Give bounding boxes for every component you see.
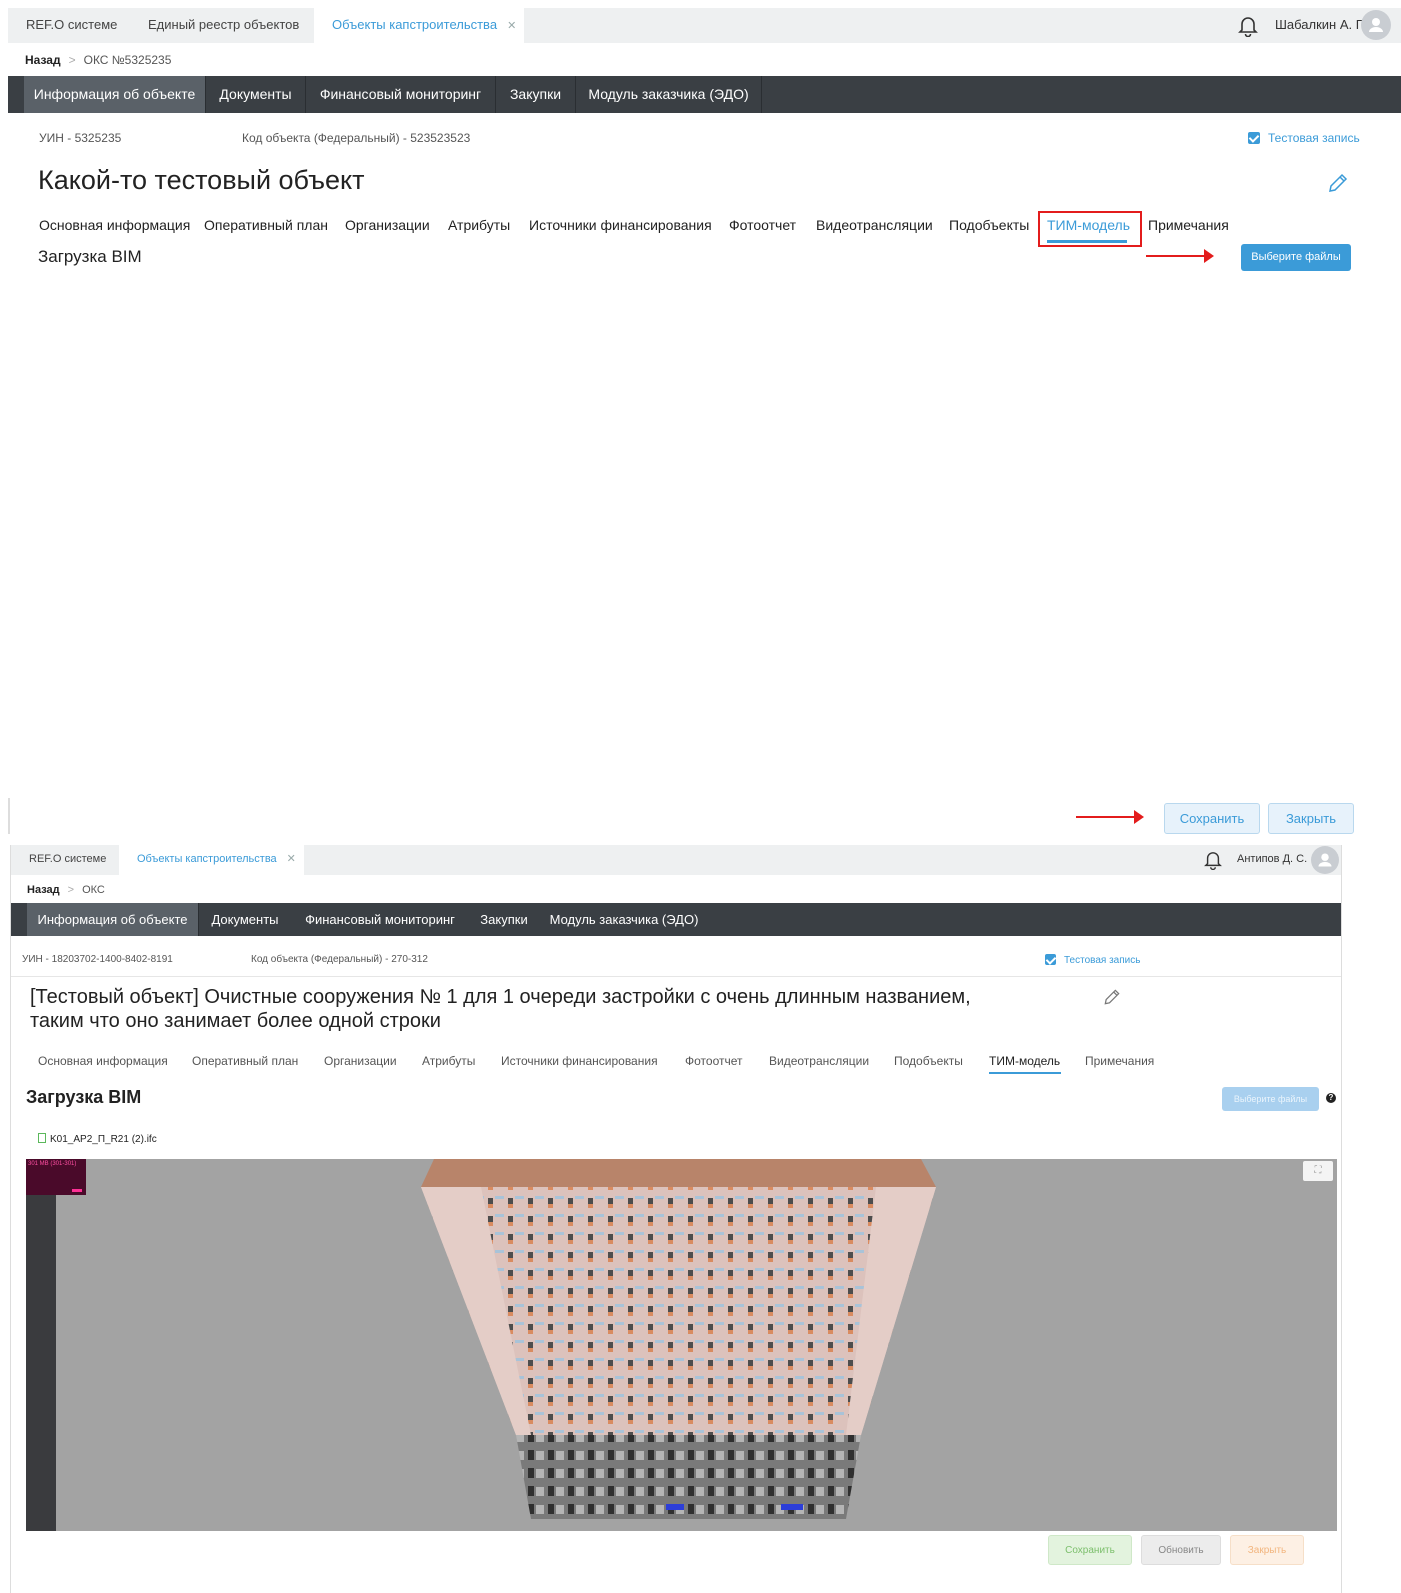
- subtab-attributes[interactable]: Атрибуты: [422, 1054, 475, 1068]
- highlight-box: [1038, 211, 1142, 247]
- nav-financial-monitoring[interactable]: Финансовый мониторинг: [291, 903, 469, 936]
- active-tab-underline: [989, 1072, 1061, 1074]
- tab-capital-objects[interactable]: Объекты капстроительства ✕: [314, 8, 524, 43]
- subtab-funding-sources[interactable]: Источники финансирования: [529, 217, 712, 233]
- nav-purchases[interactable]: Закупки: [496, 76, 576, 113]
- divider: [8, 798, 10, 834]
- subtab-video[interactable]: Видеотрансляции: [769, 1054, 869, 1068]
- user-name[interactable]: Антипов Д. С.: [1237, 853, 1307, 865]
- subtab-organizations[interactable]: Организации: [324, 1054, 397, 1068]
- subtab-attributes[interactable]: Атрибуты: [448, 217, 510, 233]
- test-record-checkbox[interactable]: Тестовая запись: [1248, 131, 1360, 145]
- bim-viewer[interactable]: 301 MB (301-301) ⛶: [26, 1159, 1337, 1531]
- refresh-button[interactable]: Обновить: [1141, 1535, 1221, 1565]
- test-record-label: Тестовая запись: [1064, 955, 1141, 966]
- close-button[interactable]: Закрыть: [1230, 1535, 1304, 1565]
- breadcrumb-current: ОКС: [82, 884, 105, 896]
- tab-label: Объекты капстроительства: [332, 17, 498, 32]
- screenshot-top: REF.O системе Единый реестр объектов Объ…: [8, 8, 1401, 848]
- pencil-icon[interactable]: [1326, 171, 1350, 200]
- close-icon[interactable]: ✕: [507, 20, 516, 32]
- subtab-bim-model[interactable]: ТИМ-модель: [989, 1054, 1060, 1068]
- subtab-operational-plan[interactable]: Оперативный план: [192, 1054, 298, 1068]
- chevron-right-icon: >: [68, 53, 76, 67]
- arrow-icon: [1146, 249, 1214, 263]
- nav-documents[interactable]: Документы: [206, 76, 306, 113]
- main-nav: Информация об объекте Документы Финансов…: [11, 903, 1341, 936]
- nav-financial-monitoring[interactable]: Финансовый мониторинг: [306, 76, 496, 113]
- subtab-funding-sources[interactable]: Источники финансирования: [501, 1054, 658, 1068]
- close-button[interactable]: Закрыть: [1268, 803, 1354, 834]
- chevron-right-icon: >: [67, 884, 75, 896]
- tab-about[interactable]: REF.O системе: [11, 845, 124, 875]
- subtab-main-info[interactable]: Основная информация: [39, 217, 190, 233]
- test-record-label: Тестовая запись: [1268, 131, 1360, 145]
- breadcrumb-back[interactable]: Назад: [25, 53, 61, 67]
- subtab-notes[interactable]: Примечания: [1148, 217, 1229, 233]
- nav-object-info[interactable]: Информация об объекте: [27, 903, 199, 936]
- breadcrumb-current: ОКС №5325235: [83, 53, 172, 67]
- test-record-checkbox[interactable]: Тестовая запись: [1045, 954, 1140, 966]
- tab-capital-objects[interactable]: Объекты капстроительства ✕: [119, 845, 304, 875]
- user-avatar-icon[interactable]: [1311, 846, 1339, 874]
- file-item[interactable]: K01_AP2_П_R21 (2).ifc: [38, 1133, 157, 1145]
- subtab-photo-report[interactable]: Фотоотчет: [685, 1054, 743, 1068]
- tab-label: Единый реестр объектов: [148, 17, 300, 32]
- checkbox-checked-icon: [1045, 954, 1056, 965]
- section-title: Загрузка BIM: [38, 247, 142, 266]
- subtab-photo-report[interactable]: Фотоотчет: [729, 217, 796, 233]
- file-icon: [38, 1133, 46, 1143]
- tab-registry[interactable]: Единый реестр объектов: [130, 8, 317, 43]
- tab-label: REF.O системе: [26, 17, 118, 32]
- bell-icon[interactable]: [1204, 850, 1222, 870]
- subtab-main-info[interactable]: Основная информация: [38, 1054, 168, 1068]
- user-avatar-icon[interactable]: [1361, 10, 1391, 40]
- subtab-subobjects[interactable]: Подобъекты: [894, 1054, 963, 1068]
- close-icon[interactable]: ✕: [287, 853, 296, 865]
- subtab-operational-plan[interactable]: Оперативный план: [204, 217, 328, 233]
- pencil-icon[interactable]: [1102, 987, 1122, 1012]
- nav-documents[interactable]: Документы: [199, 903, 291, 936]
- nav-customer-module[interactable]: Модуль заказчика (ЭДО): [539, 903, 709, 936]
- screenshot-bottom: REF.O системе Объекты капстроительства ✕ …: [10, 845, 1342, 1593]
- save-button[interactable]: Сохранить: [1164, 803, 1260, 834]
- subtab-organizations[interactable]: Организации: [345, 217, 430, 233]
- tab-about[interactable]: REF.O системе: [8, 8, 135, 43]
- save-button[interactable]: Сохранить: [1048, 1535, 1132, 1565]
- checkbox-checked-icon: [1248, 132, 1260, 144]
- uin-label: УИН - 5325235: [39, 131, 122, 145]
- breadcrumb: Назад > ОКС: [27, 884, 105, 896]
- page-title: [Тестовый объект] Очистные сооружения № …: [30, 985, 971, 1033]
- nav-customer-module[interactable]: Модуль заказчика (ЭДО): [576, 76, 762, 113]
- nav-object-info[interactable]: Информация об объекте: [24, 76, 206, 113]
- subtab-video[interactable]: Видеотрансляции: [816, 217, 933, 233]
- tab-label: Объекты капстроительства: [137, 853, 277, 865]
- section-title: Загрузка BIM: [26, 1087, 142, 1107]
- help-icon[interactable]: ?: [1326, 1093, 1336, 1103]
- user-name[interactable]: Шабалкин А. Г.: [1275, 17, 1365, 32]
- app-tab-bar: REF.O системе Единый реестр объектов Объ…: [8, 8, 1401, 43]
- page-title: Какой-то тестовый объект: [38, 165, 365, 195]
- arrow-icon: [1076, 810, 1144, 824]
- uin-label: УИН - 18203702-1400-8402-8191: [22, 954, 173, 965]
- app-tab-bar: REF.O системе Объекты капстроительства ✕ …: [11, 845, 1341, 875]
- object-code-label: Код объекта (Федеральный) - 523523523: [242, 131, 471, 145]
- subtab-subobjects[interactable]: Подобъекты: [949, 217, 1029, 233]
- page-title-line: [Тестовый объект] Очистные сооружения № …: [30, 986, 971, 1008]
- choose-files-button[interactable]: Выберите файлы: [1222, 1087, 1319, 1111]
- choose-files-button[interactable]: Выберите файлы: [1241, 244, 1351, 271]
- building-model: [421, 1159, 936, 1519]
- divider: [11, 976, 1341, 977]
- file-name: K01_AP2_П_R21 (2).ifc: [50, 1134, 157, 1145]
- tab-label: REF.O системе: [29, 853, 107, 865]
- bell-icon[interactable]: [1238, 15, 1258, 37]
- breadcrumb: Назад > ОКС №5325235: [25, 53, 171, 67]
- nav-purchases[interactable]: Закупки: [469, 903, 539, 936]
- page-title-line: таким что оно занимает более одной строк…: [30, 1010, 441, 1032]
- breadcrumb-back[interactable]: Назад: [27, 884, 60, 896]
- subtab-notes[interactable]: Примечания: [1085, 1054, 1154, 1068]
- main-nav: Информация об объекте Документы Финансов…: [8, 76, 1401, 113]
- object-code-label: Код объекта (Федеральный) - 270-312: [251, 954, 428, 965]
